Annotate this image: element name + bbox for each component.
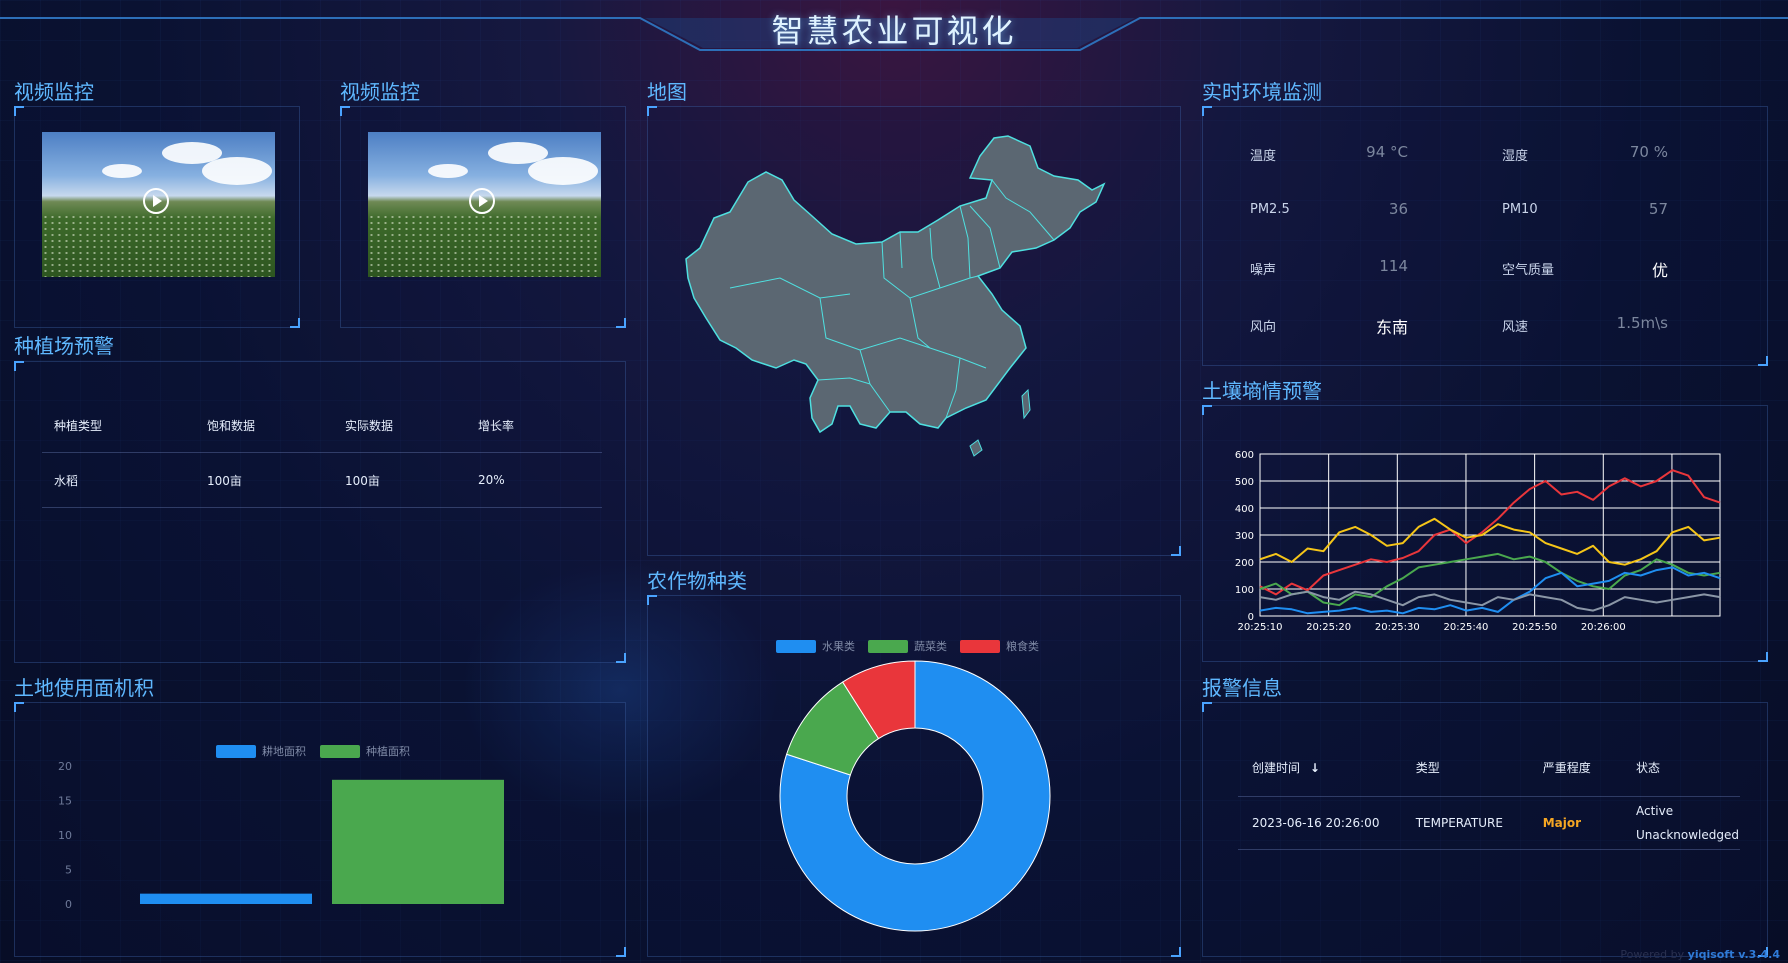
column-header-label: 创建时间	[1252, 760, 1301, 775]
legend-label: 粮食类	[1006, 640, 1039, 653]
panel-title-land: 土地使用面机积	[14, 676, 154, 700]
legend-grain[interactable]: 粮食类	[960, 638, 1039, 654]
env-label: PM10	[1502, 202, 1538, 217]
x-tick-label: 20:25:20	[1306, 622, 1351, 633]
env-value: 优	[1651, 261, 1668, 280]
crops-donut-chart[interactable]	[775, 656, 1055, 936]
china-map[interactable]	[670, 128, 1130, 468]
env-label: 风向	[1250, 320, 1277, 335]
bar-1[interactable]	[332, 779, 504, 904]
column-header-time[interactable]: 创建时间 ↓	[1238, 738, 1402, 797]
panel-title-soil: 土壤墒情预警	[1202, 379, 1322, 403]
alarm-table: 创建时间 ↓ 类型 严重程度 状态 2023-06-16 20:26:00 TE…	[1238, 738, 1740, 850]
x-tick-label: 20:26:00	[1581, 622, 1626, 633]
y-tick-label: 5	[65, 864, 72, 877]
y-tick-label: 10	[58, 829, 72, 842]
planting-table: 种植类型 饱和数据 实际数据 增长率 水稻 100亩 100亩 20%	[42, 398, 602, 508]
column-header: 类型	[1401, 738, 1529, 797]
arrow-down-icon[interactable]: ↓	[1310, 761, 1320, 775]
env-value: 东南	[1375, 318, 1408, 337]
env-label: 湿度	[1502, 149, 1529, 164]
column-header: 增长率	[466, 398, 602, 453]
powered-prefix: Powered by	[1620, 948, 1685, 961]
cell-saturation: 100亩	[195, 452, 333, 508]
env-value: 57	[1648, 200, 1668, 218]
y-tick-label: 400	[1235, 504, 1254, 515]
powered-brand[interactable]: yiqisoft v.3.4.4	[1688, 948, 1780, 961]
panel-title-video1: 视频监控	[14, 80, 94, 104]
legend-swatch	[776, 639, 816, 653]
column-header: 实际数据	[333, 398, 466, 453]
header: 智慧农业可视化	[0, 0, 1788, 56]
legend-swatch	[868, 639, 908, 653]
legend-label: 种植面积	[366, 745, 410, 758]
y-tick-label: 300	[1235, 531, 1254, 542]
cell-crop-type: 水稻	[42, 452, 195, 508]
panel-title-crops: 农作物种类	[647, 569, 747, 593]
x-tick-label: 20:25:40	[1444, 622, 1489, 633]
land-bar-chart[interactable]: 0 5 10 15 20	[40, 758, 540, 918]
env-label: 噪声	[1250, 263, 1277, 278]
soil-line-chart[interactable]: 010020030040050060020:25:10 20:25:20 20:25…	[1218, 440, 1728, 640]
env-label: PM2.5	[1250, 202, 1290, 217]
y-tick-label: 200	[1235, 558, 1254, 569]
env-label: 温度	[1250, 149, 1277, 164]
column-header: 饱和数据	[195, 398, 333, 453]
x-tick-label: 20:25:30	[1375, 622, 1420, 633]
status-line: Active	[1635, 804, 1674, 818]
y-tick-label: 600	[1235, 450, 1254, 461]
powered-by: Powered by yiqisoft v.3.4.4	[1620, 948, 1780, 961]
env-value: 36	[1388, 200, 1408, 218]
play-icon[interactable]	[143, 188, 169, 214]
table-row[interactable]: 水稻 100亩 100亩 20%	[42, 452, 602, 508]
env-label: 空气质量	[1502, 263, 1555, 278]
legend-label: 蔬菜类	[914, 640, 947, 653]
panel-title-video2: 视频监控	[340, 80, 420, 104]
cell-type: TEMPERATURE	[1401, 796, 1529, 850]
cell-growth: 20%	[466, 452, 602, 508]
env-value: 1.5m\s	[1616, 314, 1668, 332]
bar-0[interactable]	[140, 893, 312, 904]
legend-label: 水果类	[822, 640, 855, 653]
table-row[interactable]: 2023-06-16 20:26:00 TEMPERATURE Major Ac…	[1238, 796, 1740, 850]
env-value: 94 °C	[1366, 143, 1408, 161]
column-header: 种植类型	[42, 398, 195, 453]
cell-status: Active Unacknowledged	[1621, 796, 1740, 850]
table-header-row: 创建时间 ↓ 类型 严重程度 状态	[1238, 738, 1740, 797]
legend-vegetable[interactable]: 蔬菜类	[868, 638, 947, 654]
y-tick-label: 100	[1235, 585, 1254, 596]
cell-actual: 100亩	[333, 452, 466, 508]
y-tick-label: 15	[58, 795, 72, 808]
legend-label: 耕地面积	[262, 745, 306, 758]
cell-time: 2023-06-16 20:26:00	[1238, 796, 1402, 850]
legend-planted[interactable]: 种植面积	[320, 743, 410, 759]
y-tick-label: 0	[65, 898, 72, 911]
panel-title-alarm: 报警信息	[1202, 676, 1282, 700]
column-header: 严重程度	[1528, 738, 1622, 797]
legend-cultivated[interactable]: 耕地面积	[216, 743, 306, 759]
env-value: 70 %	[1629, 143, 1668, 161]
env-label: 风速	[1502, 320, 1529, 335]
y-tick-label: 500	[1235, 477, 1254, 488]
page-title: 智慧农业可视化	[771, 12, 1017, 50]
panel-title-planting: 种植场预警	[14, 334, 114, 358]
y-tick-label: 20	[58, 760, 72, 773]
legend-swatch	[320, 744, 360, 758]
env-panel	[1202, 106, 1768, 366]
legend-swatch	[216, 744, 256, 758]
cell-severity: Major	[1528, 796, 1622, 850]
legend-swatch	[960, 639, 1000, 653]
x-tick-label: 20:25:50	[1512, 622, 1557, 633]
column-header: 状态	[1621, 738, 1740, 797]
video-player-1[interactable]	[42, 132, 275, 277]
video-player-2[interactable]	[368, 132, 601, 277]
table-header-row: 种植类型 饱和数据 实际数据 增长率	[42, 398, 602, 453]
legend-fruit[interactable]: 水果类	[776, 638, 855, 654]
panel-title-map: 地图	[647, 80, 687, 104]
panel-title-env: 实时环境监测	[1202, 80, 1322, 104]
env-value: 114	[1379, 257, 1408, 275]
x-tick-label: 20:25:10	[1238, 622, 1283, 633]
status-line: Unacknowledged	[1635, 828, 1739, 842]
play-icon[interactable]	[469, 188, 495, 214]
